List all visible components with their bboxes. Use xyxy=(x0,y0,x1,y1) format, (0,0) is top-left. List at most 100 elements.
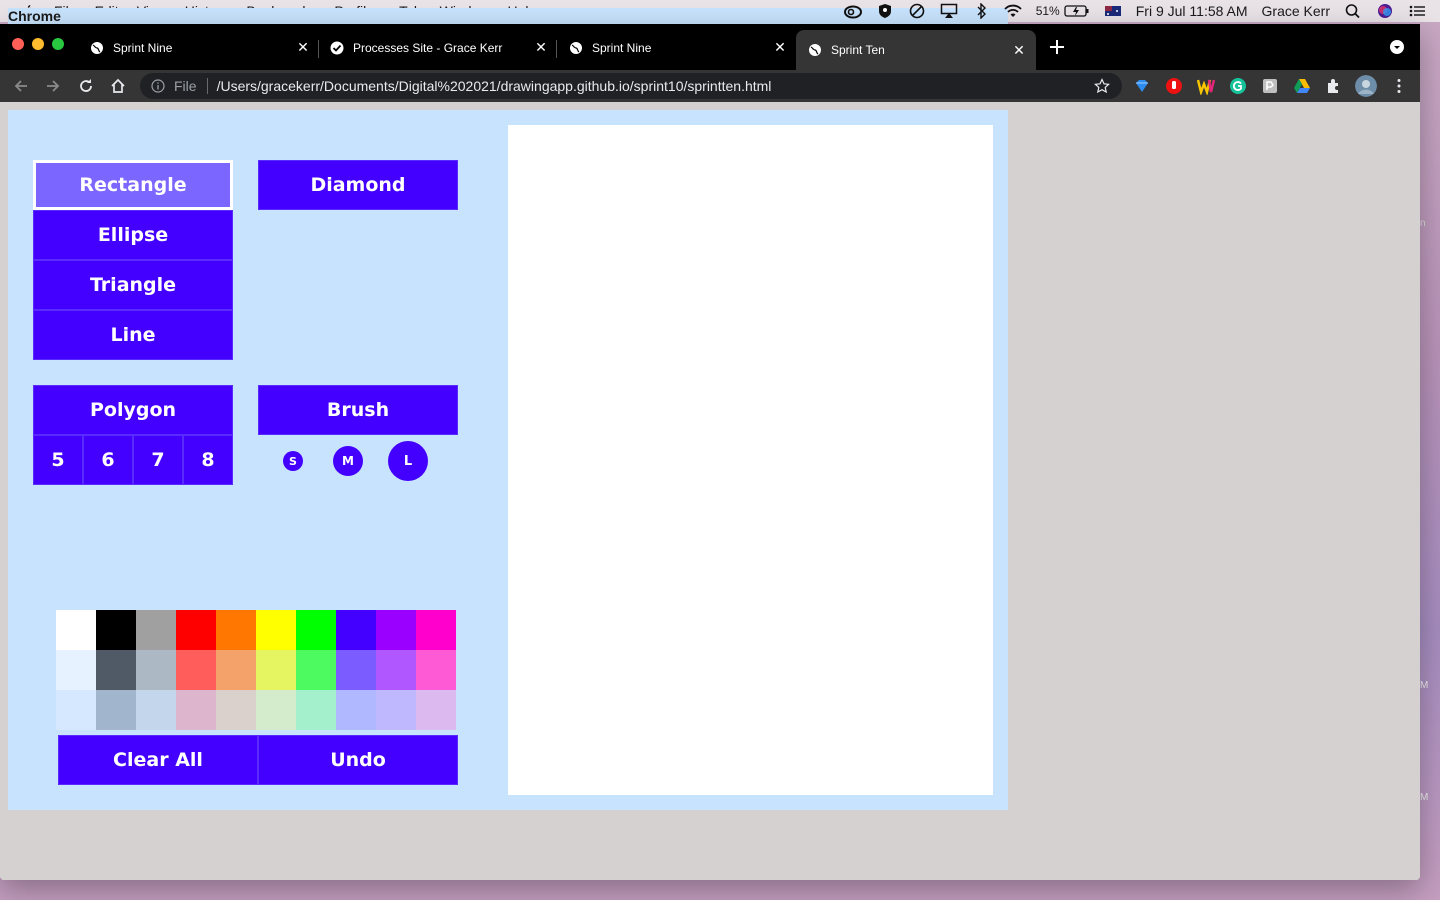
color-swatch[interactable] xyxy=(296,650,336,690)
close-tab-icon[interactable]: ✕ xyxy=(296,40,310,54)
tab-title: Sprint Ten xyxy=(831,43,885,57)
airplay-icon[interactable] xyxy=(940,3,958,19)
drawing-canvas[interactable] xyxy=(508,125,993,795)
color-swatch[interactable] xyxy=(56,610,96,650)
color-swatch[interactable] xyxy=(336,610,376,650)
info-icon[interactable] xyxy=(151,79,165,93)
close-tab-icon[interactable]: ✕ xyxy=(534,40,548,54)
address-url[interactable]: /Users/gracekerr/Documents/Digital%20202… xyxy=(217,78,772,94)
tab-sprint-nine-2[interactable]: Sprint Nine ✕ xyxy=(569,35,787,61)
polygon-button[interactable]: Polygon xyxy=(33,385,233,435)
undo-button[interactable]: Undo xyxy=(258,735,458,785)
profile-avatar-icon[interactable] xyxy=(1355,75,1377,97)
close-window-button[interactable] xyxy=(12,38,24,50)
color-swatch[interactable] xyxy=(216,690,256,730)
tab-sprint-nine-1[interactable]: Sprint Nine ✕ xyxy=(90,35,310,61)
color-swatch[interactable] xyxy=(416,610,456,650)
creative-cloud-icon[interactable] xyxy=(843,3,862,19)
minimize-window-button[interactable] xyxy=(32,38,44,50)
polygon-sides-5-button[interactable]: 5 xyxy=(33,435,83,485)
color-swatch[interactable] xyxy=(336,690,376,730)
menu-bar-user[interactable]: Grace Kerr xyxy=(1262,3,1330,19)
bluetooth-icon[interactable] xyxy=(972,3,990,19)
back-icon[interactable] xyxy=(12,77,30,95)
browser-toolbar: File /Users/gracekerr/Documents/Digital%… xyxy=(0,70,1420,102)
grammarly-extension-icon[interactable] xyxy=(1229,77,1247,95)
shield-icon[interactable] xyxy=(876,3,894,19)
adblock-extension-icon[interactable] xyxy=(1165,77,1183,95)
do-not-disturb-icon[interactable] xyxy=(908,3,926,19)
siri-icon[interactable] xyxy=(1376,3,1394,19)
new-tab-icon[interactable] xyxy=(1048,38,1066,56)
tab-processes-site[interactable]: Processes Site - Grace Kerr ✕ xyxy=(330,35,548,61)
chrome-menu-icon[interactable] xyxy=(1390,77,1408,95)
line-button[interactable]: Line xyxy=(33,310,233,360)
brush-size-small-button[interactable]: S xyxy=(283,451,303,471)
address-divider xyxy=(206,78,208,94)
color-swatch[interactable] xyxy=(216,610,256,650)
battery-charging-icon[interactable] xyxy=(1064,3,1090,19)
close-tab-icon[interactable]: ✕ xyxy=(1012,43,1026,57)
check-icon xyxy=(330,41,344,55)
color-swatch[interactable] xyxy=(296,690,336,730)
spotlight-search-icon[interactable] xyxy=(1344,3,1362,19)
polygon-sides-8-button[interactable]: 8 xyxy=(183,435,233,485)
brush-button[interactable]: Brush xyxy=(258,385,458,435)
google-drive-icon[interactable] xyxy=(1293,77,1311,95)
color-swatch[interactable] xyxy=(136,610,176,650)
clear-all-button[interactable]: Clear All xyxy=(58,735,258,785)
color-swatch[interactable] xyxy=(136,690,176,730)
color-swatch[interactable] xyxy=(96,610,136,650)
color-swatch[interactable] xyxy=(416,650,456,690)
fullscreen-window-button[interactable] xyxy=(52,38,64,50)
color-swatch[interactable] xyxy=(416,690,456,730)
gem-extension-icon[interactable] xyxy=(1133,77,1151,95)
color-swatch[interactable] xyxy=(376,690,416,730)
color-swatch[interactable] xyxy=(296,610,336,650)
color-swatch[interactable] xyxy=(216,650,256,690)
color-swatch[interactable] xyxy=(256,610,296,650)
rectangle-button[interactable]: Rectangle xyxy=(33,160,233,210)
color-swatch[interactable] xyxy=(256,690,296,730)
color-swatch[interactable] xyxy=(176,690,216,730)
window-controls xyxy=(12,38,72,50)
close-tab-icon[interactable]: ✕ xyxy=(773,40,787,54)
extensions-puzzle-icon[interactable] xyxy=(1325,77,1343,95)
w-extension-icon[interactable] xyxy=(1197,77,1215,95)
triangle-button[interactable]: Triangle xyxy=(33,260,233,310)
color-swatch[interactable] xyxy=(336,650,376,690)
polygon-sides-6-button[interactable]: 6 xyxy=(83,435,133,485)
tab-sprint-ten[interactable]: Sprint Ten ✕ xyxy=(796,30,1036,70)
tab-search-icon[interactable] xyxy=(1390,40,1404,54)
bookmark-star-icon[interactable] xyxy=(1094,78,1110,94)
diamond-button[interactable]: Diamond xyxy=(258,160,458,210)
globe-icon xyxy=(91,42,103,54)
color-swatch[interactable] xyxy=(376,650,416,690)
page-extension-icon[interactable] xyxy=(1261,77,1279,95)
forward-icon[interactable] xyxy=(44,77,62,95)
color-swatch[interactable] xyxy=(176,650,216,690)
reload-icon[interactable] xyxy=(77,77,95,95)
flag-australia-icon[interactable] xyxy=(1104,3,1122,19)
color-swatch[interactable] xyxy=(376,610,416,650)
globe-icon xyxy=(570,42,582,54)
wifi-icon[interactable] xyxy=(1004,3,1022,19)
color-swatch[interactable] xyxy=(56,650,96,690)
ellipse-button[interactable]: Ellipse xyxy=(33,210,233,260)
address-bar[interactable]: File /Users/gracekerr/Documents/Digital%… xyxy=(140,73,1122,99)
control-center-icon[interactable] xyxy=(1408,3,1426,19)
brush-size-large-button[interactable]: L xyxy=(388,441,428,481)
color-swatch[interactable] xyxy=(96,650,136,690)
color-swatch[interactable] xyxy=(96,690,136,730)
brush-size-medium-button[interactable]: M xyxy=(333,446,363,476)
home-icon[interactable] xyxy=(109,77,127,95)
color-swatch[interactable] xyxy=(56,690,96,730)
page-viewport: Rectangle Ellipse Triangle Line Diamond … xyxy=(0,102,1420,880)
tab-separator xyxy=(318,40,319,58)
tab-separator xyxy=(556,40,557,58)
color-swatch[interactable] xyxy=(136,650,176,690)
color-swatch[interactable] xyxy=(256,650,296,690)
menu-bar-clock[interactable]: Fri 9 Jul 11:58 AM xyxy=(1136,3,1248,19)
polygon-sides-7-button[interactable]: 7 xyxy=(133,435,183,485)
color-swatch[interactable] xyxy=(176,610,216,650)
